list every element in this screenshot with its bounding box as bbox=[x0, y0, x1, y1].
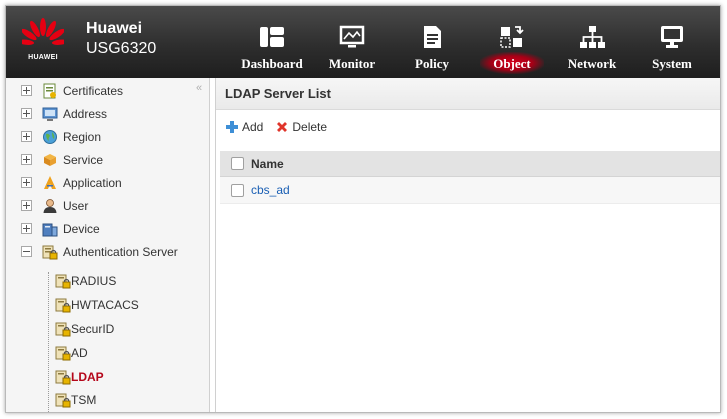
service-icon bbox=[44, 153, 56, 166]
app-window: HUAWEI Huawei USG6320 Dashboard Monitor bbox=[5, 5, 721, 413]
sidebar-tree: « Certificates Address Region Service Ap… bbox=[6, 78, 210, 412]
sidebar-child-ad[interactable]: AD bbox=[6, 341, 88, 365]
object-icon bbox=[500, 26, 524, 48]
dashboard-icon bbox=[260, 27, 284, 47]
sidebar-item-label: Region bbox=[63, 129, 102, 144]
table-row: cbs_ad bbox=[220, 177, 720, 204]
server-name-link[interactable]: cbs_ad bbox=[251, 183, 290, 197]
collapse-sidebar-icon[interactable]: « bbox=[196, 82, 202, 94]
huawei-logo-icon bbox=[22, 18, 64, 45]
sidebar-item-label: Device bbox=[63, 221, 100, 236]
expand-icon[interactable] bbox=[21, 200, 32, 211]
address-icon bbox=[42, 107, 58, 121]
sidebar-item-region[interactable]: Region bbox=[6, 125, 101, 148]
sidebar-child-securid[interactable]: SecurID bbox=[6, 317, 114, 341]
nav-dashboard[interactable]: Dashboard bbox=[232, 6, 312, 78]
row-checkbox[interactable] bbox=[231, 183, 244, 197]
expand-icon[interactable] bbox=[21, 177, 32, 188]
region-icon bbox=[43, 129, 57, 144]
add-button[interactable]: Add bbox=[225, 120, 263, 134]
sidebar-child-label: HWTACACS bbox=[71, 298, 139, 312]
main-panel: LDAP Server List Add Delete Name cbs_ad bbox=[215, 78, 720, 412]
certificate-icon bbox=[43, 83, 56, 98]
server-lock-icon bbox=[55, 298, 71, 313]
sidebar-item-service[interactable]: Service bbox=[6, 148, 103, 171]
device-icon bbox=[42, 223, 58, 236]
delete-label: Delete bbox=[292, 120, 328, 134]
sidebar-child-label: TSM bbox=[71, 393, 97, 407]
expand-icon[interactable] bbox=[21, 108, 32, 119]
collapse-icon[interactable] bbox=[21, 246, 32, 257]
delete-icon bbox=[277, 122, 288, 132]
sidebar-child-radius[interactable]: RADIUS bbox=[6, 269, 116, 293]
server-lock-icon bbox=[55, 370, 71, 385]
main-nav: Dashboard Monitor Policy Object Network … bbox=[232, 6, 712, 78]
auth-server-icon bbox=[42, 245, 58, 259]
add-label: Add bbox=[242, 120, 264, 134]
sidebar-item-user[interactable]: User bbox=[6, 194, 88, 217]
sidebar-child-label: LDAP bbox=[71, 370, 104, 384]
table-header: Name bbox=[220, 151, 720, 177]
huawei-logo: HUAWEI bbox=[22, 18, 64, 66]
system-icon bbox=[661, 26, 683, 48]
nav-monitor[interactable]: Monitor bbox=[312, 6, 392, 78]
ldap-server-table: Name cbs_ad bbox=[220, 151, 720, 204]
nav-network[interactable]: Network bbox=[552, 6, 632, 78]
server-lock-icon bbox=[55, 322, 71, 337]
toolbar: Add Delete bbox=[225, 120, 339, 134]
user-icon bbox=[43, 198, 57, 213]
sidebar-item-certificates[interactable]: Certificates bbox=[6, 79, 123, 102]
sidebar-item-label: Certificates bbox=[63, 83, 124, 98]
server-lock-icon bbox=[55, 346, 71, 361]
sidebar-child-label: AD bbox=[71, 346, 88, 360]
sidebar-item-label: Application bbox=[63, 175, 122, 190]
nav-object[interactable]: Object bbox=[472, 6, 552, 78]
server-lock-icon bbox=[55, 274, 71, 289]
policy-icon bbox=[424, 26, 441, 48]
sidebar-item-label: Service bbox=[63, 152, 104, 167]
server-lock-icon bbox=[55, 393, 71, 408]
sidebar-child-label: RADIUS bbox=[71, 274, 117, 288]
sidebar-item-address[interactable]: Address bbox=[6, 102, 107, 125]
delete-button[interactable]: Delete bbox=[275, 120, 327, 134]
page-title: LDAP Server List bbox=[216, 78, 720, 110]
sidebar-item-application[interactable]: Application bbox=[6, 171, 122, 194]
nav-system[interactable]: System bbox=[632, 6, 712, 78]
sidebar-item-label: Authentication Server bbox=[63, 244, 178, 259]
top-header: HUAWEI Huawei USG6320 Dashboard Monitor bbox=[6, 6, 720, 78]
sidebar-child-label: SecurID bbox=[71, 322, 115, 336]
column-header-name: Name bbox=[251, 156, 284, 171]
add-icon bbox=[226, 121, 238, 133]
sidebar-item-label: Address bbox=[63, 106, 108, 121]
sidebar-item-device[interactable]: Device bbox=[6, 217, 100, 240]
sidebar-child-tsm[interactable]: TSM bbox=[6, 388, 96, 412]
sidebar-item-label: User bbox=[63, 198, 89, 213]
nav-label: System bbox=[652, 56, 692, 71]
select-all-checkbox[interactable] bbox=[231, 157, 244, 170]
expand-icon[interactable] bbox=[21, 223, 32, 234]
expand-icon[interactable] bbox=[21, 154, 32, 165]
sidebar-child-hwtacacs[interactable]: HWTACACS bbox=[6, 293, 139, 317]
device-model: USG6320 bbox=[86, 40, 157, 57]
nav-label: Network bbox=[567, 56, 617, 71]
nav-policy[interactable]: Policy bbox=[392, 6, 472, 78]
nav-label: Policy bbox=[415, 56, 449, 71]
expand-icon[interactable] bbox=[21, 85, 32, 96]
sidebar-child-ldap[interactable]: LDAP bbox=[6, 365, 104, 389]
monitor-icon bbox=[339, 25, 365, 48]
expand-icon[interactable] bbox=[21, 131, 32, 142]
sidebar-item-authentication-server[interactable]: Authentication Server bbox=[6, 240, 178, 263]
nav-label: Monitor bbox=[328, 56, 376, 71]
brand-name: Huawei bbox=[86, 20, 143, 37]
nav-label: Dashboard bbox=[241, 56, 303, 71]
application-icon bbox=[44, 175, 56, 189]
logo-text: HUAWEI bbox=[28, 54, 58, 61]
nav-label: Object bbox=[493, 56, 531, 71]
network-icon bbox=[580, 26, 605, 48]
